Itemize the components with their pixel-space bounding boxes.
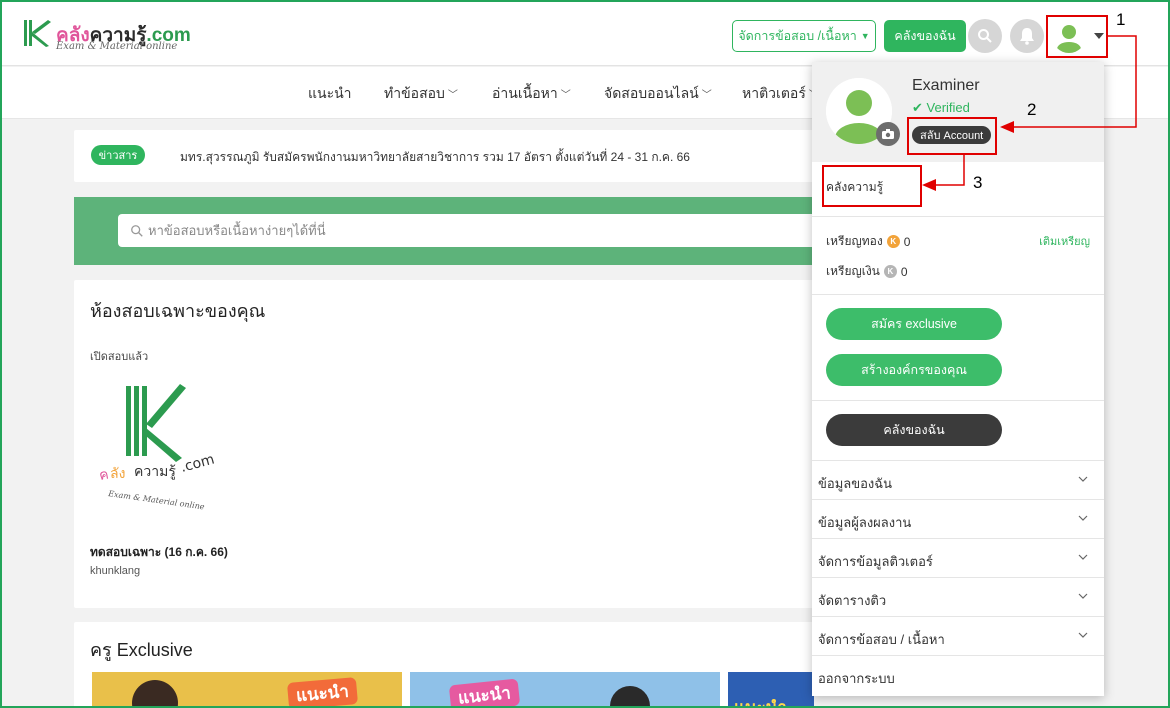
annotation-box-3	[822, 165, 922, 207]
annotation-label-2: 2	[1027, 100, 1037, 119]
annotation-box-1	[1046, 15, 1108, 58]
annotation-arrows	[922, 35, 1137, 191]
annotation-box-2	[907, 117, 997, 155]
annotation-label-1: 1	[1116, 10, 1126, 29]
annotation-label-3: 3	[973, 173, 983, 192]
